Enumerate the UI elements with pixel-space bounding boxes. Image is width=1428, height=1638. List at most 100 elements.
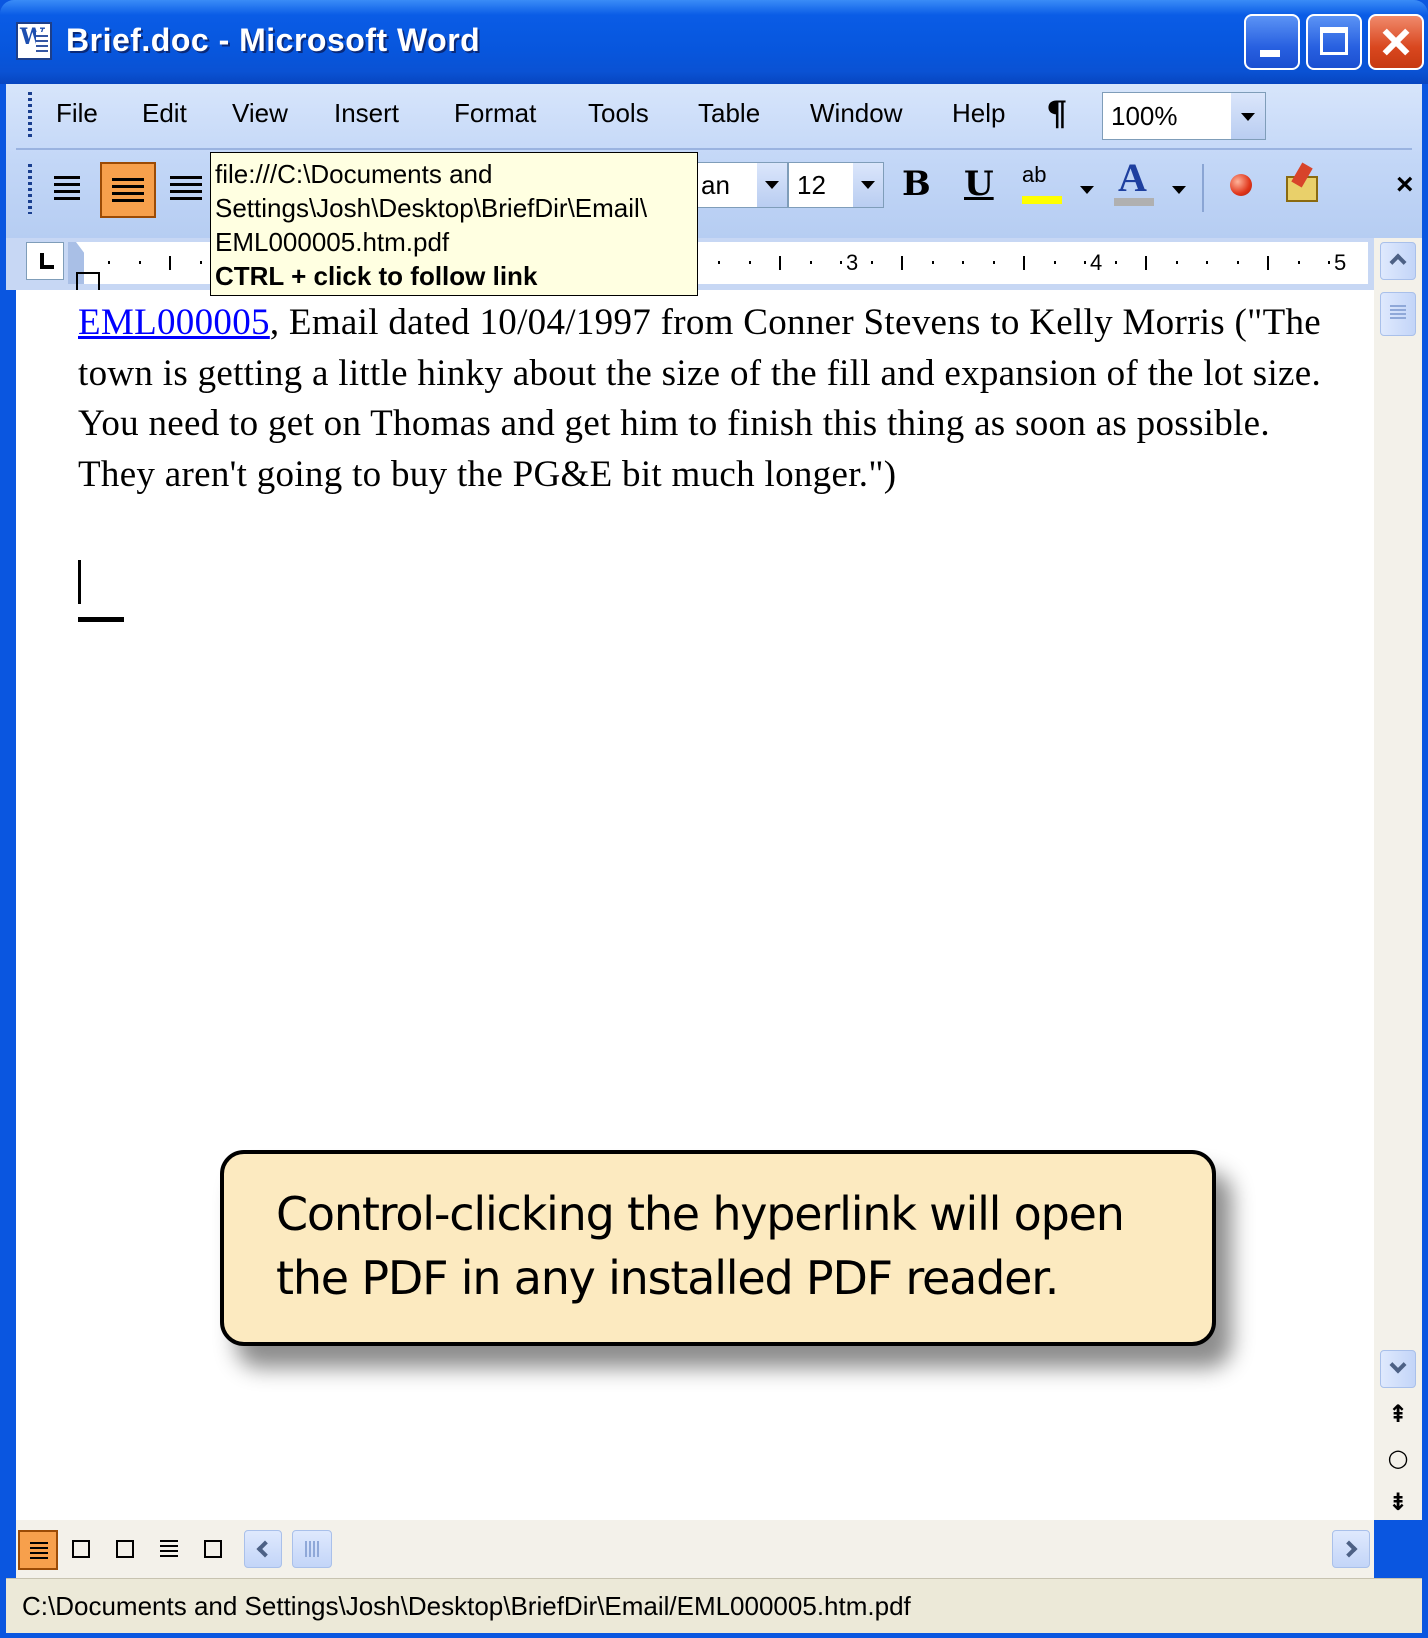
menu-format[interactable]: Format: [454, 98, 536, 132]
select-browse-object-button[interactable]: ○: [1380, 1440, 1416, 1476]
ruler-tick: [1236, 261, 1239, 264]
maximize-button[interactable]: [1306, 14, 1362, 70]
ruler-tick: [779, 256, 781, 270]
menu-help[interactable]: Help: [952, 98, 1005, 132]
minimize-icon: [1260, 50, 1280, 57]
outline-view-icon: [160, 1540, 178, 1558]
align-left-icon: [112, 178, 144, 204]
ruler-tick: [1023, 256, 1025, 270]
toolbar-grip[interactable]: [28, 164, 32, 214]
ruler-tick: [1175, 261, 1178, 264]
normal-view-button[interactable]: [18, 1530, 58, 1570]
maximize-icon: [1320, 27, 1348, 55]
ruler-tick: [1114, 261, 1117, 264]
styles-icon: [54, 176, 80, 202]
horizontal-scroll-row: [16, 1520, 1374, 1578]
scroll-right-button[interactable]: [1332, 1530, 1370, 1568]
menu-edit[interactable]: Edit: [142, 98, 187, 132]
font-name-dropdown-arrow[interactable]: [757, 163, 787, 207]
horizontal-scroll-thumb[interactable]: [292, 1530, 332, 1568]
print-layout-icon: [116, 1540, 134, 1558]
show-formatting-icon[interactable]: ¶: [1046, 94, 1068, 134]
document-page[interactable]: EML000005, Email dated 10/04/1997 from C…: [16, 290, 1374, 1520]
ruler-number-4: 4: [1090, 250, 1103, 275]
title-bar[interactable]: Brief.doc - Microsoft Word: [0, 0, 1428, 84]
menu-file[interactable]: File: [56, 98, 98, 132]
styles-button[interactable]: [42, 162, 98, 218]
chevron-left-icon: [256, 1540, 274, 1558]
print-layout-view-button[interactable]: [106, 1530, 146, 1570]
highlight-color-bar: [1022, 196, 1062, 204]
ruler-tick: [992, 261, 995, 264]
hyperlink[interactable]: EML000005: [78, 302, 270, 343]
vertical-scrollbar[interactable]: ⇞ ○ ⇟: [1374, 238, 1422, 1520]
font-size-value: 12: [797, 170, 826, 200]
status-bar: C:\Documents and Settings\Josh\Desktop\B…: [6, 1578, 1422, 1633]
close-button[interactable]: [1368, 14, 1424, 70]
menu-tools[interactable]: Tools: [588, 98, 649, 132]
chevron-down-icon: [1241, 113, 1255, 121]
word-app-icon[interactable]: [16, 22, 52, 60]
record-icon[interactable]: [1230, 174, 1252, 196]
font-name-value: an: [701, 170, 730, 200]
align-left-button[interactable]: [100, 162, 156, 218]
minimize-button[interactable]: [1244, 14, 1300, 70]
highlight-button[interactable]: ab: [1020, 160, 1064, 204]
chevron-right-icon: [1340, 1540, 1358, 1558]
hyperlink-tooltip: file:///C:\Documents and Settings\Josh\D…: [210, 152, 698, 296]
close-icon: [1370, 16, 1422, 68]
ruler-tick: [1084, 261, 1086, 264]
chevron-down-icon: [861, 181, 875, 189]
tab-selector-button[interactable]: [26, 242, 64, 280]
highlight-dropdown-arrow[interactable]: [1080, 186, 1094, 194]
menu-view[interactable]: View: [232, 98, 288, 132]
ruler-number-5: 5: [1334, 250, 1347, 275]
previous-page-button[interactable]: ⇞: [1380, 1396, 1416, 1432]
ruler-tick: [1145, 256, 1147, 270]
reading-layout-icon: [204, 1540, 222, 1558]
font-name-dropdown[interactable]: an: [692, 162, 788, 208]
chevron-down-icon: [765, 181, 779, 189]
underline-button[interactable]: U: [964, 164, 994, 204]
web-layout-icon: [72, 1540, 90, 1558]
ruler-tick: [748, 261, 751, 264]
scroll-down-button[interactable]: [1380, 1350, 1416, 1388]
center-button[interactable]: [158, 162, 214, 218]
reading-layout-view-button[interactable]: [194, 1530, 234, 1570]
word-window: Brief.doc - Microsoft Word File Edit Vie…: [0, 0, 1428, 1638]
menu-window[interactable]: Window: [810, 98, 902, 132]
ruler-tick: [138, 261, 141, 264]
highlight-icon: ab: [1022, 162, 1047, 187]
ruler-number-3: 3: [846, 250, 859, 275]
ruler-tick: [718, 261, 720, 264]
research-button[interactable]: [1282, 162, 1322, 204]
font-color-dropdown-arrow[interactable]: [1172, 186, 1186, 194]
web-layout-view-button[interactable]: [62, 1530, 102, 1570]
menu-grip[interactable]: [28, 92, 32, 140]
next-page-button[interactable]: ⇟: [1380, 1484, 1416, 1520]
text-caret: [78, 560, 81, 604]
ruler-tick: [1267, 256, 1269, 270]
scroll-left-button[interactable]: [244, 1530, 282, 1568]
ruler-tick: [931, 261, 934, 264]
font-color-button[interactable]: A: [1112, 154, 1156, 208]
font-size-dropdown[interactable]: 12: [788, 162, 884, 208]
normal-view-icon: [30, 1542, 48, 1560]
menu-insert[interactable]: Insert: [334, 98, 399, 132]
tooltip-path-line-3: EML000005.htm.pdf: [215, 227, 450, 257]
outline-view-button[interactable]: [150, 1530, 190, 1570]
menu-table[interactable]: Table: [698, 98, 760, 132]
zoom-dropdown-arrow[interactable]: [1231, 93, 1265, 139]
bold-button[interactable]: B: [902, 164, 931, 204]
ruler-tick: [962, 261, 964, 264]
close-toolbar-icon[interactable]: ×: [1396, 168, 1414, 202]
first-line-indent-icon: [76, 242, 100, 258]
status-bar-text: C:\Documents and Settings\Josh\Desktop\B…: [22, 1591, 911, 1621]
scroll-up-button[interactable]: [1380, 242, 1416, 280]
font-size-dropdown-arrow[interactable]: [853, 163, 883, 207]
ruler-tick: [870, 261, 873, 264]
zoom-dropdown[interactable]: 100%: [1102, 92, 1266, 140]
document-paragraph[interactable]: EML000005, Email dated 10/04/1997 from C…: [78, 298, 1338, 500]
vertical-scroll-thumb[interactable]: [1380, 292, 1416, 336]
indent-marker[interactable]: [76, 242, 100, 292]
